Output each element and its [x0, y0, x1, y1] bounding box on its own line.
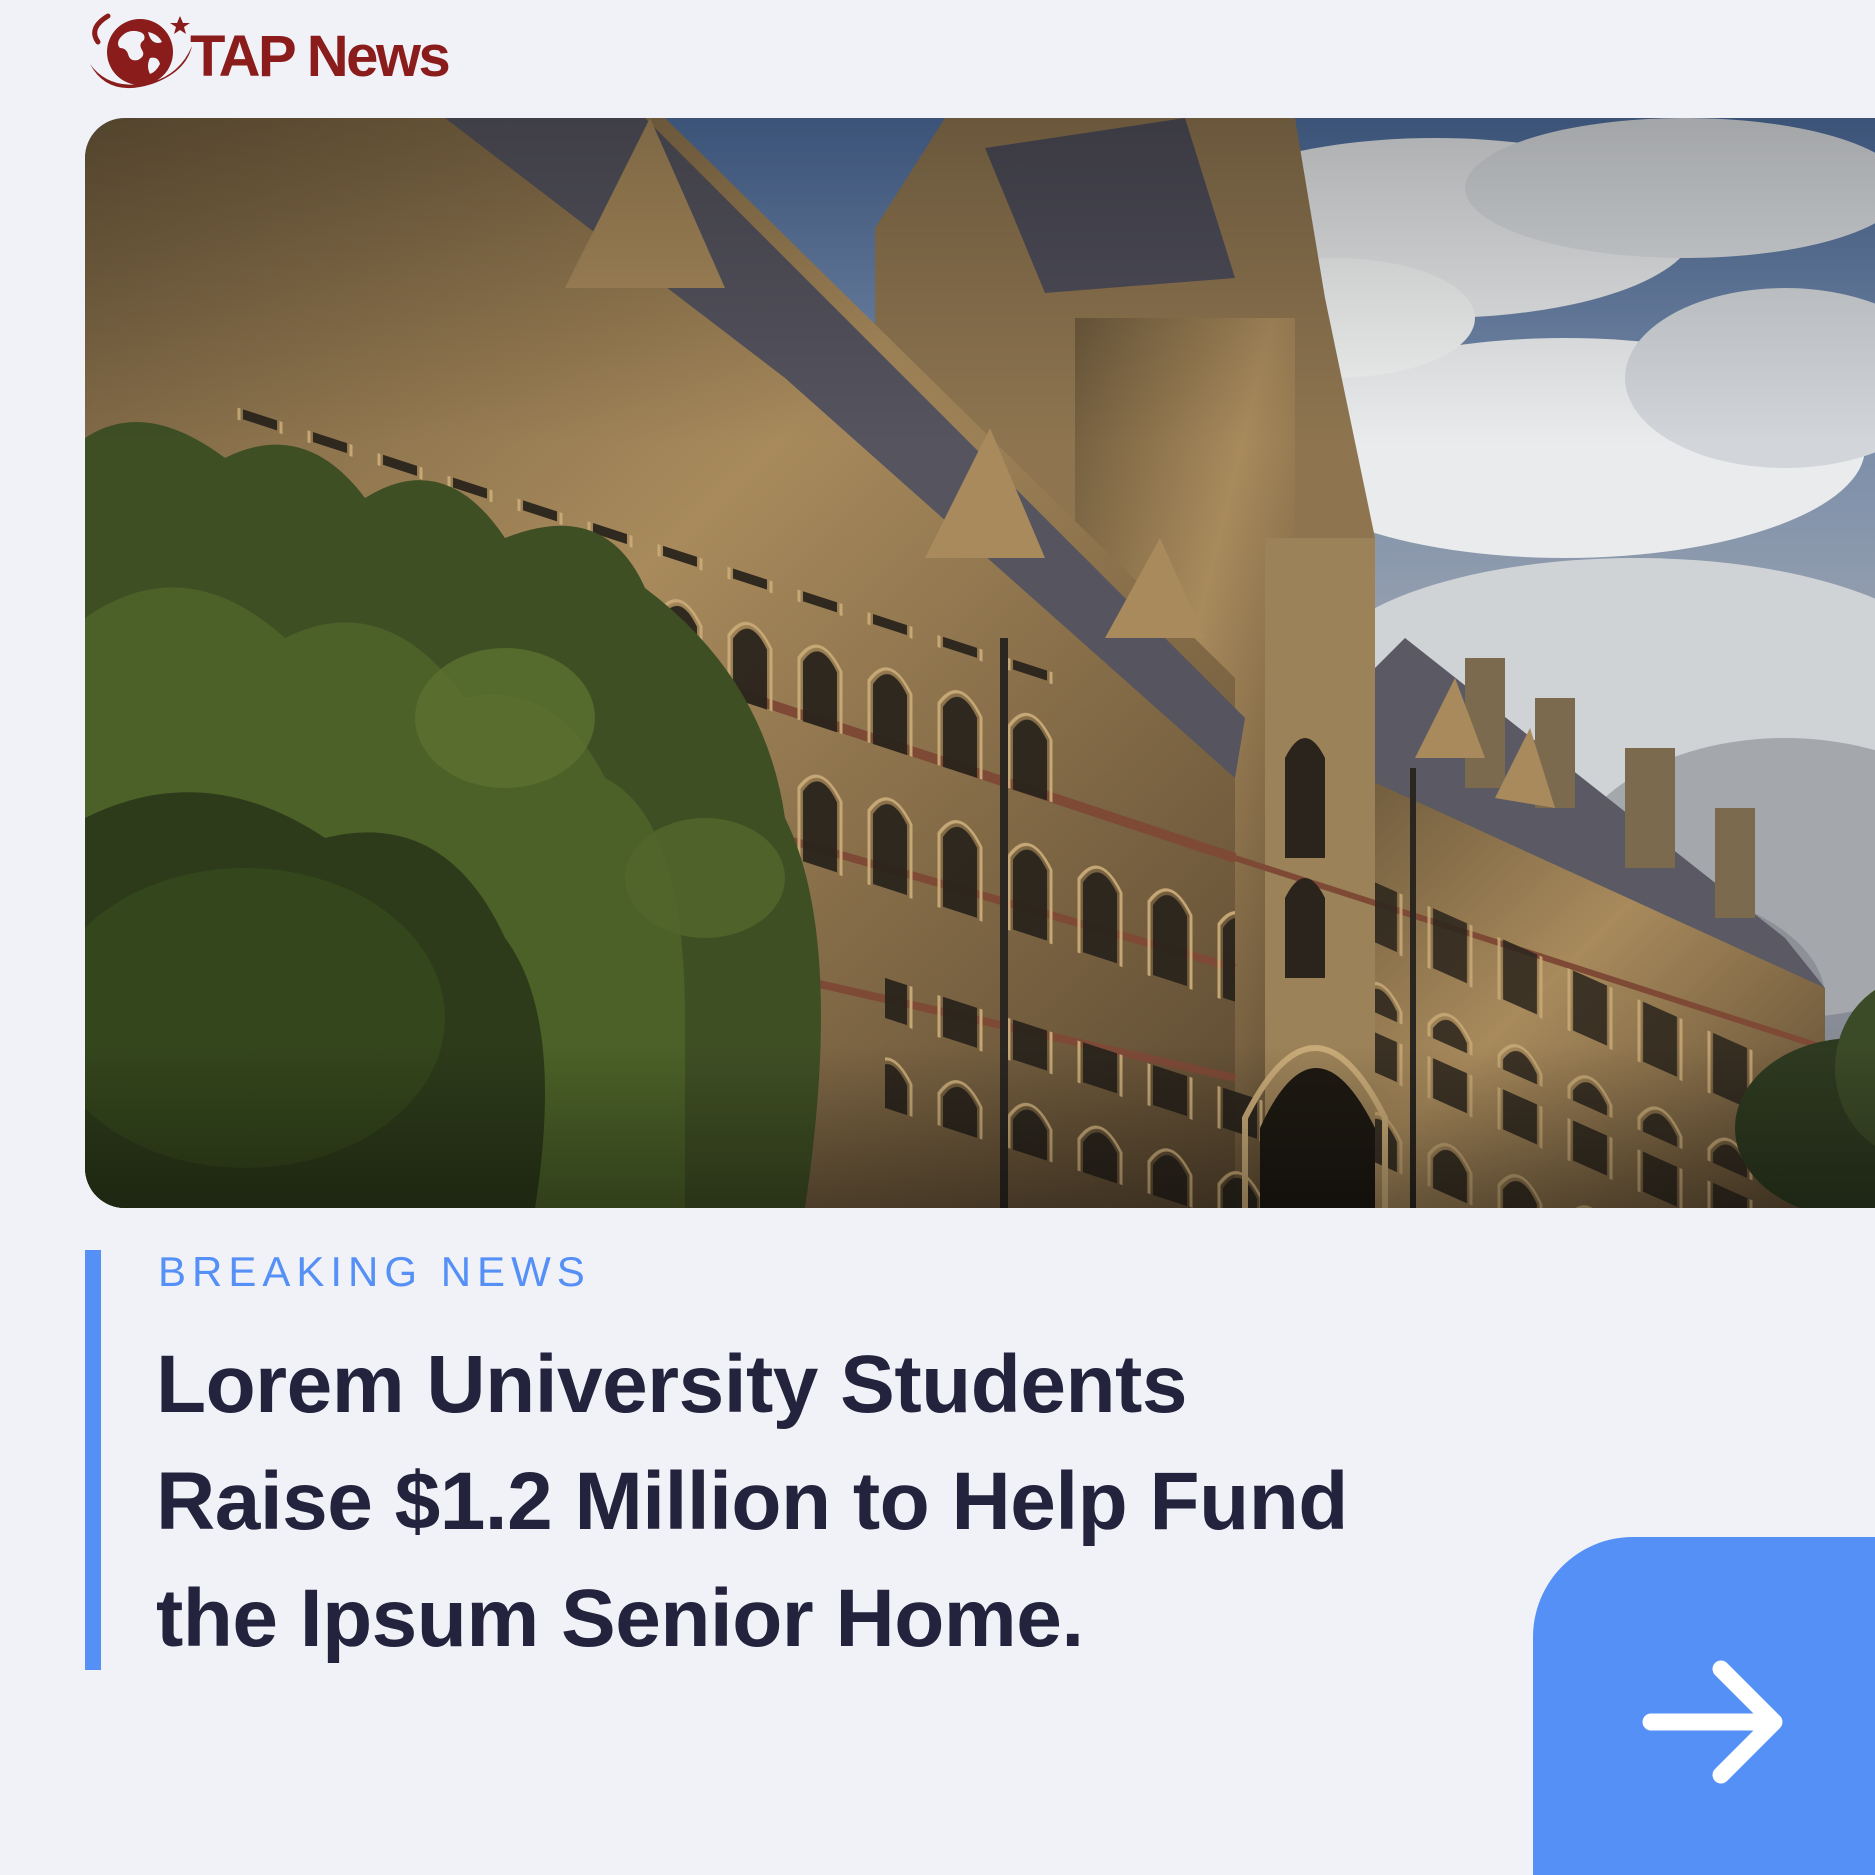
accent-bar — [85, 1250, 101, 1670]
brand-name: TAP News — [190, 23, 451, 89]
breaking-news-label: BREAKING NEWS — [158, 1248, 591, 1295]
globe-swoosh-icon — [90, 13, 192, 89]
gothic-university-building-photo — [85, 118, 1875, 1208]
headline-line: the Ipsum Senior Home. — [156, 1573, 1084, 1664]
arrow-right-icon — [1642, 1660, 1783, 1784]
hero-image — [85, 118, 1875, 1208]
brand-logo[interactable]: TAP News — [84, 8, 451, 98]
headline: Lorem University Students Raise $1.2 Mil… — [156, 1326, 1516, 1677]
headline-line: Lorem University Students — [156, 1339, 1187, 1430]
headline-line: Raise $1.2 Million to Help Fund — [156, 1456, 1348, 1547]
next-button[interactable] — [1533, 1537, 1875, 1875]
